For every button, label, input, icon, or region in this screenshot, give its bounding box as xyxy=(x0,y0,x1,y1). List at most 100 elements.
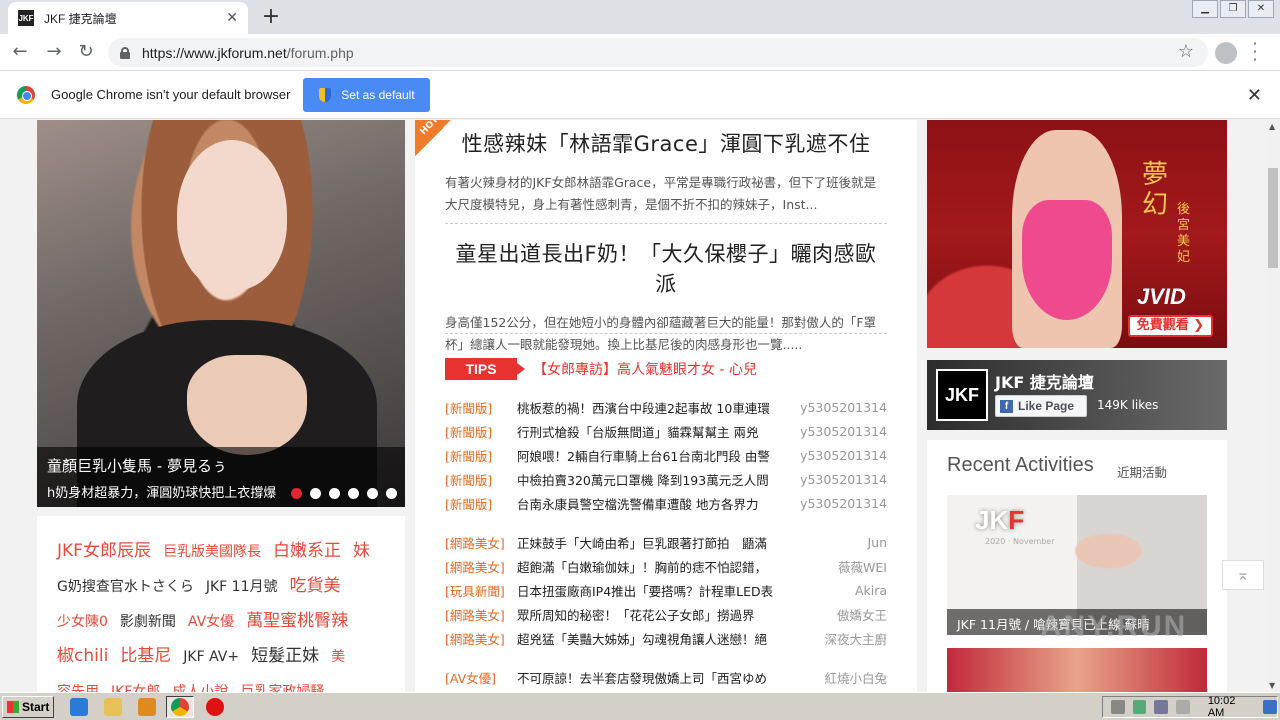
tag-link[interactable]: 椒chili xyxy=(57,639,108,673)
back-to-top-button[interactable]: ⌅ xyxy=(1222,560,1264,590)
tag-link[interactable]: 巨乳版美國隊長 xyxy=(163,535,261,569)
tag-link[interactable]: AV女優 xyxy=(188,605,234,639)
article-title[interactable]: 性感辣妹「林語霏Grace」渾圓下乳遮不住 xyxy=(445,128,887,158)
carousel-dot[interactable] xyxy=(291,488,302,499)
news-category[interactable]: [新聞版] xyxy=(445,398,517,417)
internet-explorer-icon[interactable] xyxy=(70,698,88,716)
news-category[interactable]: [AV女優] xyxy=(445,668,517,687)
facebook-page-name[interactable]: JKF 捷克論壇 xyxy=(995,369,1094,393)
news-author[interactable]: y5305201314 xyxy=(787,448,887,463)
tag-link[interactable]: 巨乳家政婦騷 xyxy=(240,675,324,692)
new-tab-icon[interactable]: + xyxy=(260,4,282,29)
news-title[interactable]: 不可原諒！去半套店發現傲嬌上司「西宮ゆめ xyxy=(517,668,787,687)
news-row[interactable]: [網路美女] 超兇猛「美豔大姊姊」勾魂視角讓人迷戀！絕 深夜大主廚 xyxy=(445,626,887,650)
scroll-thumb[interactable] xyxy=(1268,168,1278,268)
news-author[interactable]: 薇薇WEI xyxy=(787,557,887,576)
flag-icon[interactable] xyxy=(1176,700,1190,714)
news-author[interactable]: y5305201314 xyxy=(787,472,887,487)
news-author[interactable]: 深夜大主廚 xyxy=(787,629,887,648)
tag-link[interactable]: 成人小說 xyxy=(172,675,228,692)
news-category[interactable]: [新聞版] xyxy=(445,446,517,465)
news-row[interactable]: [網路美女] 超飽滿「白嫩瑜伽妹」！胸前的痣不怕認錯， 薇薇WEI xyxy=(445,554,887,578)
address-bar[interactable]: https://www.jkforum.net/forum.php ☆ xyxy=(108,38,1208,67)
news-row[interactable]: [網路美女] 正妹鼓手「大崎由希」巨乳跟著打節拍 鼯滿 Jun xyxy=(445,530,887,554)
featured-article[interactable]: 性感辣妹「林語霏Grace」渾圓下乳遮不住 有著火辣身材的JKF女郎林語霏Gra… xyxy=(445,128,887,216)
news-author[interactable]: y5305201314 xyxy=(787,496,887,511)
news-title[interactable]: 阿娘喂！2輛自行車騎上台61台南北門段 由警 xyxy=(517,446,787,465)
news-title[interactable]: 眾所周知的秘密！「花花公子女郎」撈過界 xyxy=(517,605,787,624)
tag-link[interactable]: G奶搜查官水トさくら xyxy=(57,570,194,604)
news-row[interactable]: [新聞版] 台南永康員警空檔洗警備車遭酸 地方各界力 y5305201314 xyxy=(445,491,887,515)
lock-icon[interactable] xyxy=(120,46,130,59)
warning-app-icon[interactable] xyxy=(206,698,224,716)
news-row[interactable]: [玩具新聞] 日本扭蛋廠商IP4推出「要搭嗎？計程車LED表 Akira xyxy=(445,578,887,602)
news-row[interactable]: [新聞版] 中檢拍賣320萬元口罩機 降到193萬元乏人問 y5305201314 xyxy=(445,467,887,491)
tag-link[interactable]: JKF 11月號 xyxy=(206,570,278,604)
news-category[interactable]: [玩具新聞] xyxy=(445,581,517,600)
news-author[interactable]: y5305201314 xyxy=(787,400,887,415)
network-icon[interactable] xyxy=(1154,700,1169,714)
minimize-icon[interactable]: ▁ xyxy=(1192,0,1218,18)
menu-dots-icon[interactable]: · · · xyxy=(1250,36,1260,68)
tag-link[interactable]: 萬聖蜜桃臀辣 xyxy=(246,604,348,638)
tips-link[interactable]: 【女郎專訪】高人氣魅眼才女 - 心兒 xyxy=(533,359,757,379)
recent-activity-card[interactable] xyxy=(947,648,1207,692)
news-category[interactable]: [新聞版] xyxy=(445,494,517,513)
news-author[interactable]: Akira xyxy=(787,583,887,598)
tag-link[interactable]: 少女陳0 xyxy=(57,605,108,639)
carousel-dot[interactable] xyxy=(310,488,321,499)
tag-link[interactable]: JKF AV+ xyxy=(183,640,239,674)
news-row[interactable]: [AV女優] 不可原諒！去半套店發現傲嬌上司「西宮ゆめ 紅燒小白兔 xyxy=(445,665,887,689)
scroll-up-icon[interactable]: ▲ xyxy=(1269,122,1275,131)
media-player-icon[interactable] xyxy=(138,698,156,716)
tag-link[interactable]: JKF女郎 xyxy=(111,675,160,692)
tray-expand-icon[interactable] xyxy=(1111,700,1125,714)
scroll-down-icon[interactable]: ▼ xyxy=(1269,681,1275,690)
file-explorer-icon[interactable] xyxy=(104,698,122,716)
news-row[interactable]: [新聞版] 行刑式槍殺「台版無間道」貓霖幫幫主 兩兇 y5305201314 xyxy=(445,419,887,443)
volume-icon[interactable] xyxy=(1132,700,1147,714)
news-category[interactable]: [新聞版] xyxy=(445,470,517,489)
reload-icon[interactable]: ↻ xyxy=(74,40,98,64)
news-row[interactable]: [網路美女] 眾所周知的秘密！「花花公子女郎」撈過界 傲嬌女王 xyxy=(445,602,887,626)
facebook-like-button[interactable]: f Like Page xyxy=(995,395,1087,417)
news-title[interactable]: 超飽滿「白嫩瑜伽妹」！胸前的痣不怕認錯， xyxy=(517,557,787,576)
chrome-taskbar-button[interactable] xyxy=(166,696,194,718)
close-tab-icon[interactable]: ✕ xyxy=(226,10,238,26)
tag-link[interactable]: 吃貨美 xyxy=(290,569,341,603)
news-category[interactable]: [新聞版] xyxy=(445,422,517,441)
tag-link[interactable]: 妹 xyxy=(353,534,370,568)
tag-link[interactable]: 影劇新聞 xyxy=(120,605,176,639)
tag-link[interactable]: 比基尼 xyxy=(120,639,171,673)
tag-link[interactable]: 白嫩系正 xyxy=(273,534,341,568)
restore-icon[interactable]: ❐ xyxy=(1220,0,1246,18)
news-row[interactable]: [新聞版] 阿娘喂！2輛自行車騎上台61台南北門段 由警 y5305201314 xyxy=(445,443,887,467)
news-author[interactable]: Jun xyxy=(787,535,887,550)
infobar-close-icon[interactable]: ✕ xyxy=(1247,85,1262,106)
jvid-advertisement[interactable]: 夢幻 後宮美妃 JVID 免費觀看 ❯ xyxy=(927,120,1227,348)
featured-article[interactable]: 童星出道長出F奶！「大久保櫻子」曬肉感歐派 身高僅152公分，但在她短小的身體內… xyxy=(445,238,887,356)
news-row[interactable]: [新聞版] 桃板惹的禍！西濱台中段連2起事故 10車連環 y5305201314 xyxy=(445,395,887,419)
news-title[interactable]: 超兇猛「美豔大姊姊」勾魂視角讓人迷戀！絕 xyxy=(517,629,787,648)
news-title[interactable]: 行刑式槍殺「台版無間道」貓霖幫幫主 兩兇 xyxy=(517,422,787,441)
hero-carousel[interactable]: 童顏巨乳小隻馬 - 夢見るぅ h奶身材超暴力，渾圓奶球快把上衣撐爆 xyxy=(37,120,405,507)
carousel-dot[interactable] xyxy=(386,488,397,499)
news-category[interactable]: [網路美女] xyxy=(445,533,517,552)
news-title[interactable]: 桃板惹的禍！西濱台中段連2起事故 10車連環 xyxy=(517,398,787,417)
news-category[interactable]: [網路美女] xyxy=(445,629,517,648)
browser-tab[interactable]: JKF JKF 捷克論壇 ✕ xyxy=(8,2,248,34)
ad-watch-free-button[interactable]: 免費觀看 ❯ xyxy=(1128,315,1213,337)
tag-link[interactable]: 容先用 xyxy=(57,675,99,692)
news-title[interactable]: 台南永康員警空檔洗警備車遭酸 地方各界力 xyxy=(517,494,787,513)
set-as-default-button[interactable]: Set as default xyxy=(303,77,431,112)
carousel-dot[interactable] xyxy=(329,488,340,499)
window-close-icon[interactable]: ✕ xyxy=(1248,0,1274,18)
profile-avatar-icon[interactable] xyxy=(1215,42,1237,64)
tag-link[interactable]: 美 xyxy=(331,640,345,674)
back-arrow-icon[interactable]: ← xyxy=(8,40,32,64)
tag-link[interactable]: 短髮正妹 xyxy=(251,639,319,673)
news-category[interactable]: [網路美女] xyxy=(445,557,517,576)
tag-link[interactable]: JKF女郎辰辰 xyxy=(57,534,151,568)
news-author[interactable]: 紅燒小白兔 xyxy=(787,668,887,687)
bookmark-star-icon[interactable]: ☆ xyxy=(1178,41,1194,62)
